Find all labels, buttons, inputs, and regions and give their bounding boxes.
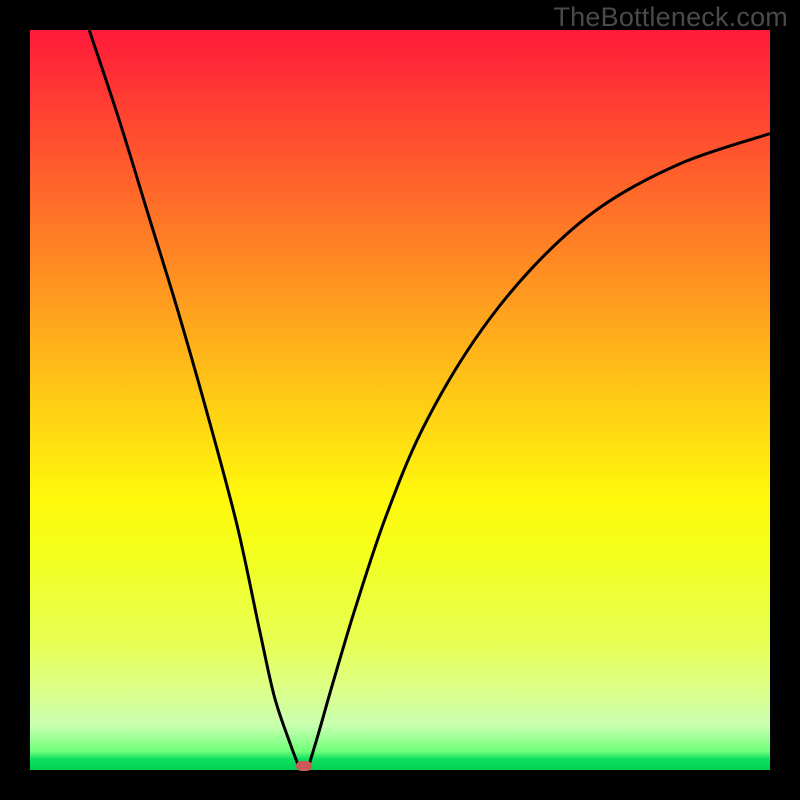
plot-area bbox=[30, 30, 770, 770]
frame: TheBottleneck.com bbox=[0, 0, 800, 800]
watermark-text: TheBottleneck.com bbox=[553, 2, 788, 33]
curve-layer bbox=[30, 30, 770, 770]
curve-left-branch bbox=[89, 30, 300, 770]
bottleneck-marker bbox=[296, 761, 312, 771]
curve-right-branch bbox=[308, 134, 771, 770]
